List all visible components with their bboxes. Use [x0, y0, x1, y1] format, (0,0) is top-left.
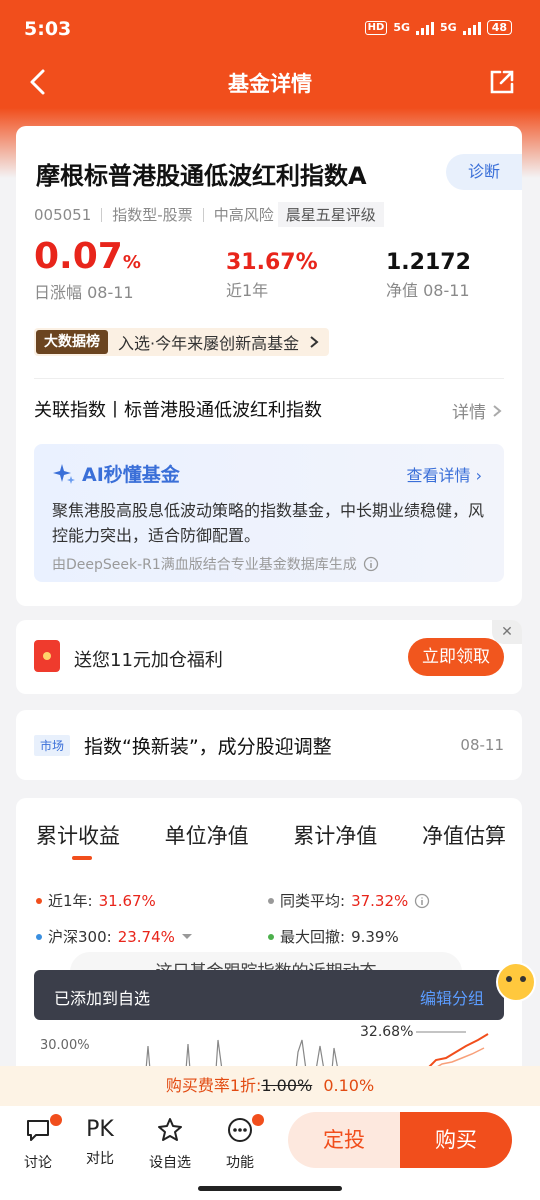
bigdata-banner[interactable]: 大数据榜 入选·今年来屡创新高基金	[34, 328, 330, 356]
legend-year: 近1年: 31.67%	[36, 890, 156, 911]
sparkle-icon	[53, 463, 75, 484]
tab-cumulative-return[interactable]: 累计收益	[36, 820, 120, 850]
toast-added-to-watchlist: 已添加到自选 编辑分组	[34, 970, 504, 1020]
status-time: 5:03	[24, 18, 72, 40]
tab-unit-nav[interactable]: 单位净值	[165, 820, 249, 850]
claim-button[interactable]: 立即领取	[408, 638, 504, 676]
battery-icon: 48	[486, 20, 512, 35]
fund-code: 005051	[34, 205, 92, 224]
fund-risk: 中高风险	[213, 206, 274, 224]
ai-summary-box: AI秒懂基金 查看详情 › 聚焦港股高股息低波动策略的指数基金，中长期业绩稳健，…	[34, 444, 504, 582]
info-icon[interactable]	[363, 556, 379, 572]
associated-index-detail-link[interactable]: 详情	[452, 398, 502, 423]
hd-icon: HD	[364, 20, 388, 35]
signal-icon	[462, 21, 481, 35]
compare-button[interactable]: PK 对比	[72, 1116, 128, 1168]
nav-label: 净值 08-11	[386, 281, 470, 300]
buy-button[interactable]: 购买	[400, 1112, 512, 1168]
star-icon	[158, 1118, 182, 1141]
ai-title: AI秒懂基金	[52, 460, 180, 487]
chevron-right-icon	[493, 404, 502, 417]
chevron-right-icon	[310, 336, 319, 348]
ai-source-note: 由DeepSeek-R1满血版结合专业基金数据库生成	[52, 554, 379, 574]
fund-name: 摩根标普港股通低波红利指数A	[36, 162, 367, 190]
nav-block: 1.2172 净值 08-11	[386, 236, 471, 301]
auto-invest-button[interactable]: 定投	[288, 1112, 400, 1168]
mascot-icon[interactable]	[496, 962, 536, 1002]
fee-prefix: 购买费率1折:	[165, 1076, 262, 1095]
notification-dot	[252, 1114, 264, 1126]
promo-card: 送您11元加仓福利 立即领取 ✕	[16, 620, 522, 694]
more-icon	[228, 1118, 252, 1142]
promo-text: 送您11元加仓福利	[74, 650, 223, 671]
y-tick-label: 30.00%	[40, 1038, 90, 1053]
news-card[interactable]: 市场 指数“换新装”，成分股迎调整 08-11	[16, 710, 522, 780]
news-title: 指数“换新装”，成分股迎调整	[84, 736, 332, 758]
diagnose-button[interactable]: 诊断	[446, 154, 522, 190]
daily-change-value: 0.07%	[34, 236, 141, 277]
bigdata-badge: 大数据榜	[36, 330, 108, 354]
daily-change-block: 0.07% 日涨幅 08-11	[34, 236, 141, 303]
ai-summary-text: 聚焦港股高股息低波动策略的指数基金，中长期业绩稳健，风控能力突出，适合防御配置。	[52, 501, 485, 545]
home-indicator	[198, 1186, 342, 1191]
marker-value: 32.68%	[360, 1024, 414, 1040]
tab-nav-estimate[interactable]: 净值估算	[422, 820, 506, 850]
network-label-2: 5G	[440, 21, 457, 34]
fund-tags: 005051 指数型-股票 中高风险 晨星五星评级	[34, 202, 384, 227]
pk-icon: PK	[86, 1117, 114, 1142]
chat-icon	[27, 1120, 49, 1141]
fund-type: 指数型-股票	[112, 206, 193, 224]
tab-cumulative-nav[interactable]: 累计净值	[293, 820, 377, 850]
legend-max-drawdown: 最大回撤: 9.39%	[268, 926, 399, 947]
daily-change-label: 日涨幅 08-11	[34, 283, 134, 302]
red-envelope-icon	[34, 640, 60, 672]
legend-hs300[interactable]: 沪深300: 23.74%	[36, 926, 193, 947]
bottom-action-bar: 讨论 PK 对比 设自选 功能 定投 购买	[0, 1106, 540, 1200]
fee-current: 0.10%	[323, 1076, 375, 1095]
bigdata-text: 入选·今年来屡创新高基金	[118, 334, 300, 353]
ai-more-link[interactable]: 查看详情 ›	[407, 462, 483, 486]
performance-tabs: 累计收益 单位净值 累计净值 净值估算	[36, 820, 506, 850]
discuss-button[interactable]: 讨论	[10, 1114, 66, 1172]
fee-bar: 购买费率1折:1.00% 0.10%	[0, 1066, 540, 1106]
network-label-1: 5G	[393, 21, 410, 34]
info-icon[interactable]	[414, 893, 430, 909]
status-icons: HD 5G 5G 48	[364, 20, 512, 35]
fee-original: 1.00%	[261, 1076, 313, 1095]
status-bar: 5:03 HD 5G 5G 48	[0, 0, 540, 58]
nav-value: 1.2172	[386, 250, 471, 275]
share-button[interactable]	[488, 68, 516, 100]
year-return-value: 31.67%	[226, 250, 318, 275]
associated-index: 关联指数丨标普港股通低波红利指数	[34, 400, 322, 421]
caret-down-icon	[181, 933, 192, 939]
page-title: 基金详情	[228, 72, 312, 96]
close-icon[interactable]: ✕	[492, 620, 522, 644]
news-tag: 市场	[34, 735, 71, 756]
edit-group-link[interactable]: 编辑分组	[420, 985, 484, 1009]
functions-button[interactable]: 功能	[212, 1114, 268, 1172]
signal-icon	[416, 21, 434, 35]
year-return-block: 31.67% 近1年	[226, 236, 318, 301]
fund-info-card: 摩根标普港股通低波红利指数A 诊断 005051 指数型-股票 中高风险 晨星五…	[16, 126, 522, 606]
notification-dot	[50, 1114, 62, 1126]
legend-peer-average: 同类平均: 37.32%	[268, 890, 430, 911]
active-tab-indicator	[72, 856, 92, 860]
news-date: 08-11	[460, 736, 504, 754]
year-return-label: 近1年	[226, 281, 269, 300]
nav-bar: 基金详情	[0, 58, 540, 108]
divider	[34, 378, 504, 379]
watchlist-button[interactable]: 设自选	[142, 1116, 198, 1172]
fund-rating: 晨星五星评级	[277, 202, 384, 227]
toast-message: 已添加到自选	[54, 989, 151, 1008]
